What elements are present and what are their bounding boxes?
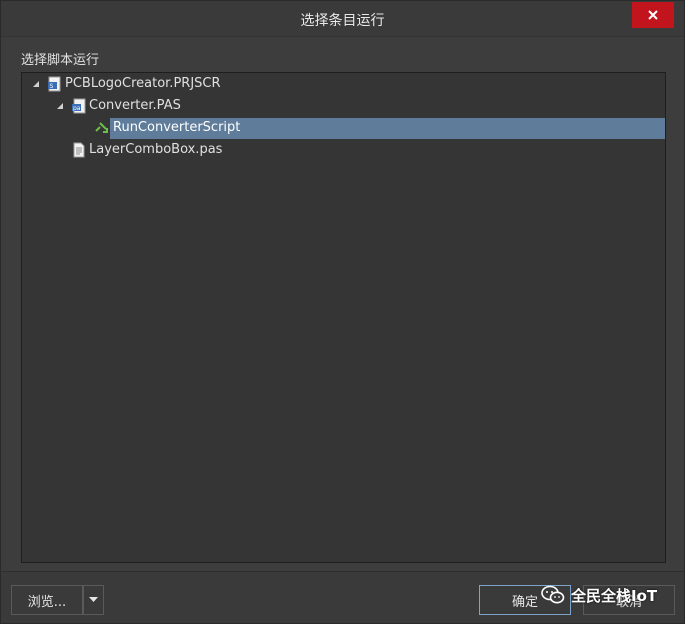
tree-node-project[interactable]: S PCBLogoCreator.PRJSCR [22,73,665,95]
section-label: 选择脚本运行 [21,53,100,68]
chevron-down-icon [89,597,98,602]
run-procedure-icon [95,122,108,133]
tree-node-layer-combo-box[interactable]: LayerComboBox.pas [22,139,665,161]
dialog-title: 选择条目运行 [300,13,385,29]
tree-node-label: LayerComboBox.pas [89,142,223,157]
project-script-icon: S [48,76,61,92]
tree-node-converter[interactable]: pa Converter.PAS [22,95,665,117]
svg-text:pa: pa [73,105,81,112]
title-bar[interactable]: 选择条目运行 [1,1,684,37]
tree-node-label: Converter.PAS [89,98,181,113]
browse-button-label: 浏览... [27,594,67,610]
expand-arrow-icon[interactable] [56,102,64,110]
wechat-icon [541,585,565,604]
watermark: 全民全栈IoT [541,584,657,606]
ok-button-label: 确定 [511,594,538,610]
browse-dropdown-button[interactable] [83,585,104,615]
dialog-window: 选择条目运行 选择脚本运行 S PCBLogoCreator.PRJSCR pa… [0,0,685,624]
watermark-text: 全民全栈IoT [571,586,658,605]
expand-arrow-icon[interactable] [32,80,40,88]
browse-button[interactable]: 浏览... [11,585,83,615]
tree-node-label: PCBLogoCreator.PRJSCR [65,76,221,91]
tree-node-run-converter-script[interactable]: RunConverterScript [22,117,665,139]
svg-text:S: S [50,83,54,90]
document-icon [73,142,85,158]
script-tree[interactable]: S PCBLogoCreator.PRJSCR pa Converter.PAS [21,72,666,563]
tree-node-label: RunConverterScript [113,120,241,135]
close-button[interactable] [632,2,674,28]
close-icon [648,10,658,20]
pascal-file-icon: pa [72,98,86,114]
